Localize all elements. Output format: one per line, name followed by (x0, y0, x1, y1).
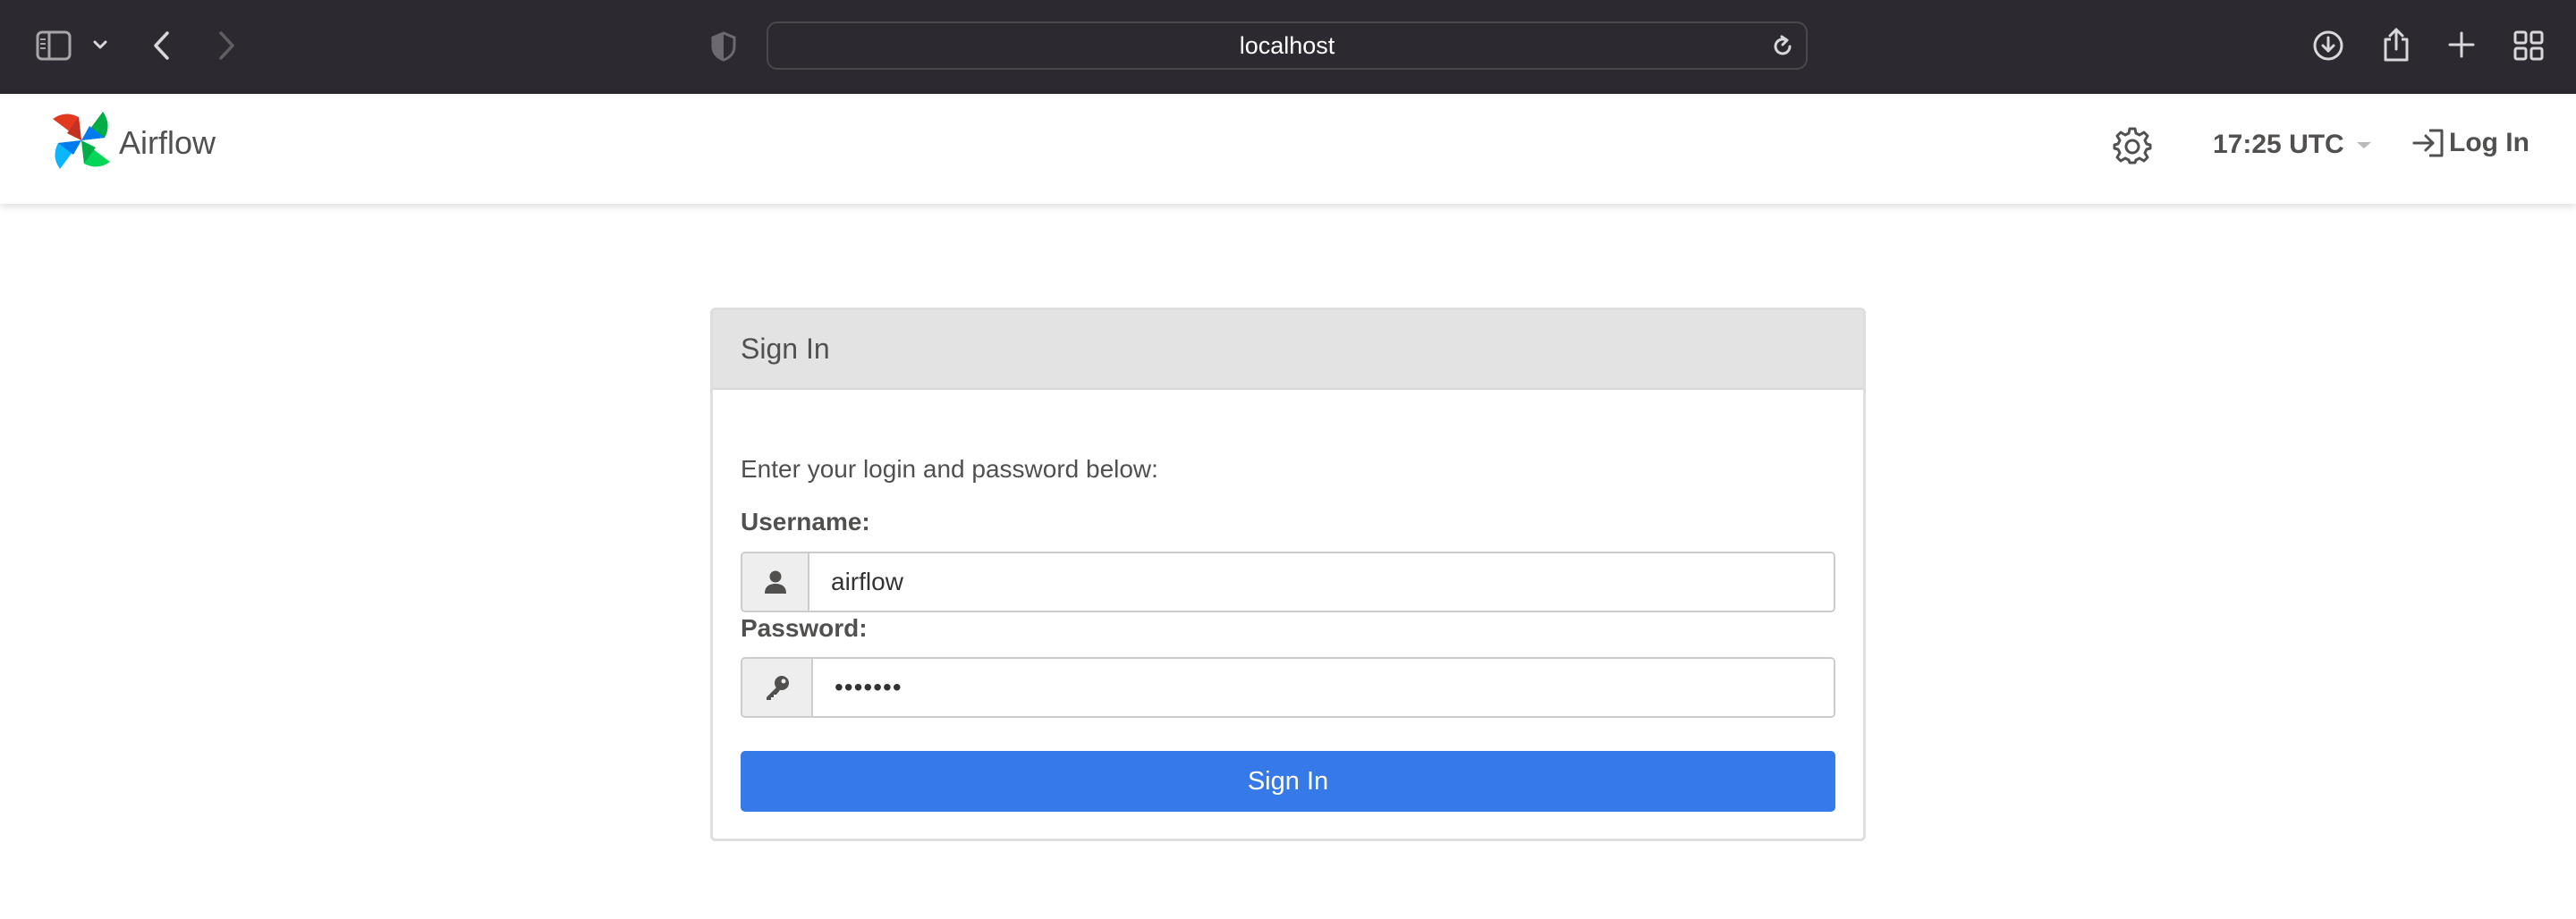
password-input[interactable]: ••••••• (813, 659, 1834, 716)
signin-panel: Sign In Enter your login and password be… (710, 308, 1866, 841)
signin-button[interactable]: Sign In (741, 751, 1835, 812)
app-navbar: Airflow 17:25 UTC Log In (0, 94, 2576, 204)
username-label: Username: (741, 508, 870, 535)
airflow-pinwheel-logo (49, 108, 114, 177)
plus-icon[interactable] (2448, 31, 2475, 58)
caret-down-icon (2356, 141, 2371, 148)
sidebar-icon[interactable] (36, 30, 72, 61)
username-group: airflow (741, 552, 1835, 612)
login-label: Log In (2449, 128, 2529, 157)
password-label: Password: (741, 614, 868, 642)
sign-in-icon (2411, 128, 2445, 158)
grid-icon[interactable] (2513, 30, 2544, 61)
instructions-text: Enter your login and password below: (741, 455, 1158, 483)
share-icon[interactable] (2382, 27, 2411, 63)
download-icon[interactable] (2312, 30, 2344, 62)
login-link[interactable]: Log In (2411, 128, 2529, 158)
username-input[interactable]: airflow (809, 553, 1834, 611)
brand-name: Airflow (119, 123, 216, 161)
key-icon (742, 659, 813, 716)
reload-icon[interactable] (1770, 34, 1795, 59)
address-bar[interactable]: localhost (767, 21, 1808, 70)
password-group: ••••••• (741, 657, 1835, 718)
user-icon (742, 553, 809, 611)
brand-link[interactable]: Airflow (49, 108, 216, 177)
shield-icon[interactable] (711, 31, 736, 62)
chevron-left-icon[interactable] (152, 30, 172, 61)
panel-title: Sign In (713, 310, 1863, 390)
url-text: localhost (1239, 31, 1335, 59)
chevron-right-icon[interactable] (216, 30, 236, 61)
gear-icon[interactable] (2113, 126, 2152, 170)
time-menu[interactable]: 17:25 UTC (2213, 130, 2371, 160)
browser-toolbar: localhost (0, 0, 2576, 94)
clock-text: 17:25 UTC (2213, 130, 2344, 159)
chevron-down-icon[interactable] (93, 39, 107, 50)
